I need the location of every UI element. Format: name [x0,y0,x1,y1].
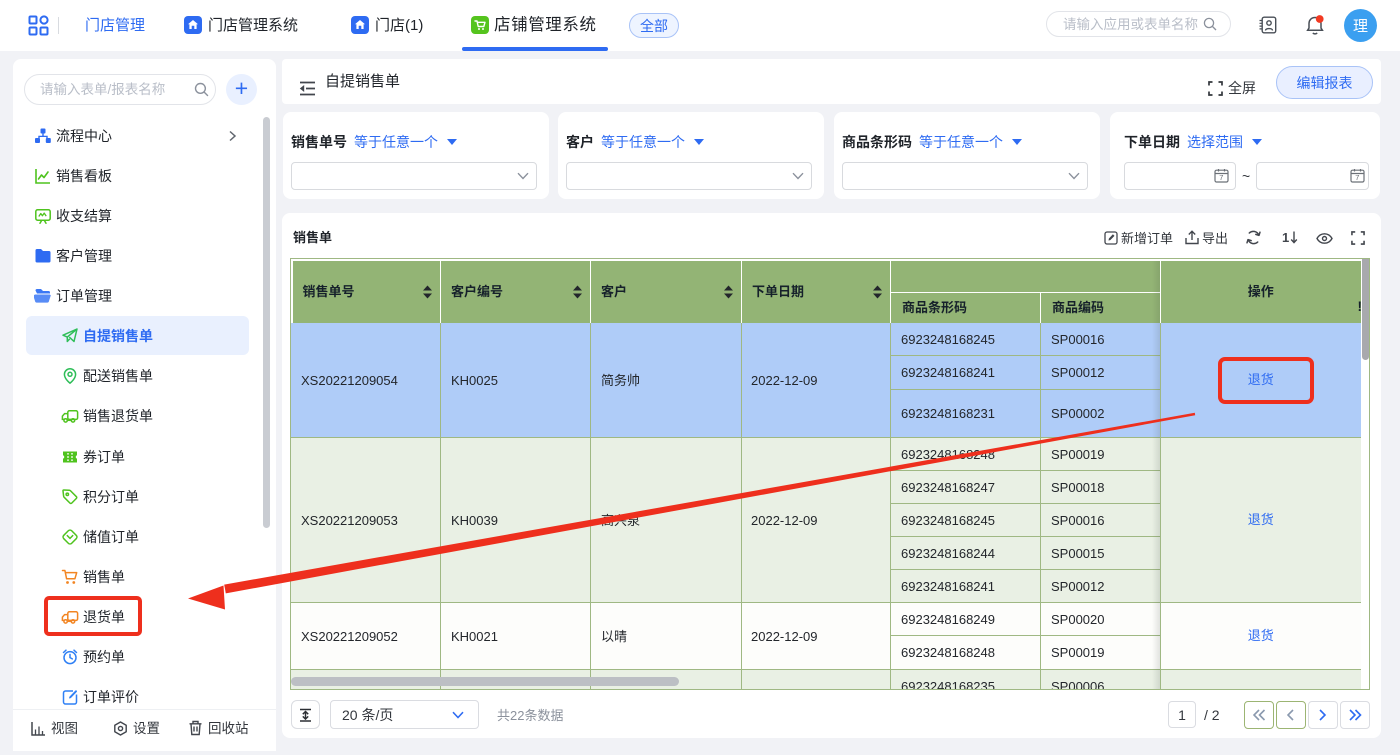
svg-text:7: 7 [1219,173,1223,182]
svg-text:7: 7 [1355,173,1359,182]
